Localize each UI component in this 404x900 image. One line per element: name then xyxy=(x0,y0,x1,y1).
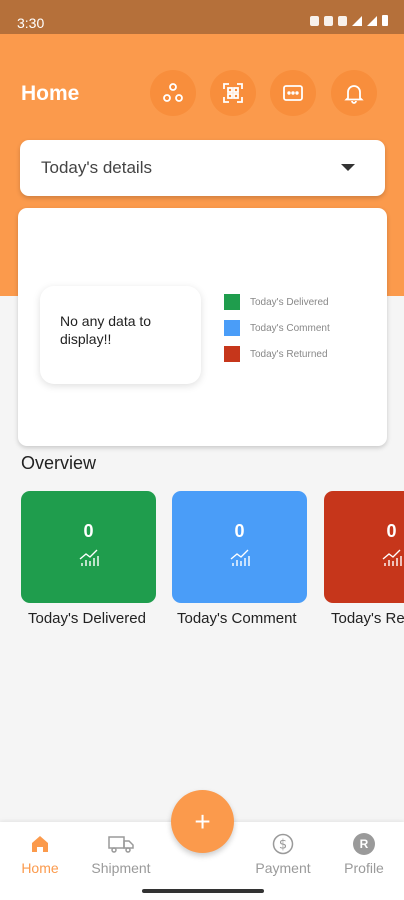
nav-home-label: Home xyxy=(21,860,59,876)
legend-swatch xyxy=(224,346,240,362)
status-bar: 3:30 xyxy=(0,0,404,34)
legend-item: Today's Delivered xyxy=(224,294,330,310)
battery-icon xyxy=(382,15,388,26)
caret-down-icon xyxy=(341,164,355,171)
message-button[interactable] xyxy=(270,70,316,116)
page-title: Home xyxy=(21,82,80,105)
nav-home[interactable]: Home xyxy=(0,832,80,876)
legend-label: Today's Delivered xyxy=(250,296,329,308)
dropdown-selected-value: Today's details xyxy=(41,158,152,177)
status-time: 3:30 xyxy=(17,15,45,31)
legend-swatch xyxy=(224,320,240,336)
nav-profile-label: Profile xyxy=(344,860,384,876)
status-icons xyxy=(310,15,388,26)
comment-card[interactable]: 0 xyxy=(172,491,307,603)
volte-icon xyxy=(338,15,347,26)
comment-count: 0 xyxy=(234,521,245,541)
message-icon xyxy=(283,85,303,101)
trend-chart-icon xyxy=(382,549,402,566)
nav-shipment[interactable]: Shipment xyxy=(81,832,161,876)
details-dropdown[interactable]: Today's details xyxy=(20,140,385,196)
chart-legend: Today's Delivered Today's Comment Today'… xyxy=(224,294,330,372)
legend-item: Today's Comment xyxy=(224,320,330,336)
chart-card: No any data to display!! Today's Deliver… xyxy=(18,208,387,446)
nav-payment[interactable]: $ Payment xyxy=(243,832,323,876)
returned-card[interactable]: 0 xyxy=(324,491,404,603)
home-icon xyxy=(32,836,48,852)
dollar-icon: $ xyxy=(272,833,294,855)
svg-text:$: $ xyxy=(279,838,287,853)
legend-label: Today's Returned xyxy=(250,348,328,360)
scan-button[interactable] xyxy=(210,70,256,116)
truck-icon xyxy=(108,836,134,853)
nav-profile[interactable]: R Profile xyxy=(324,832,404,876)
notification-icon xyxy=(310,15,319,26)
legend-swatch xyxy=(224,294,240,310)
system-navigation-bar xyxy=(0,882,404,900)
delivered-count: 0 xyxy=(83,521,94,541)
notifications-button[interactable] xyxy=(331,70,377,116)
nav-shipment-label: Shipment xyxy=(91,860,151,876)
delivered-card[interactable]: 0 xyxy=(21,491,156,603)
home-indicator[interactable] xyxy=(142,889,264,893)
delivered-label: Today's Delivered xyxy=(28,610,146,627)
avatar: R xyxy=(353,833,375,855)
signal-2-icon xyxy=(367,15,377,26)
qr-scan-icon xyxy=(223,83,243,103)
signal-icon xyxy=(352,15,362,26)
trend-chart-icon xyxy=(230,549,250,566)
returned-label: Today's Re xyxy=(331,610,404,627)
network-button[interactable] xyxy=(150,70,196,116)
overview-heading: Overview xyxy=(21,453,97,473)
returned-count: 0 xyxy=(386,521,397,541)
legend-item: Today's Returned xyxy=(224,346,330,362)
alarm-icon xyxy=(324,15,333,26)
nav-payment-label: Payment xyxy=(255,860,311,876)
comment-label: Today's Comment xyxy=(177,610,297,627)
bell-icon xyxy=(344,85,364,104)
network-icon xyxy=(163,83,183,102)
trend-chart-icon xyxy=(79,549,99,566)
empty-chart-message: No any data to display!! xyxy=(40,286,201,384)
add-button[interactable]: + xyxy=(171,790,234,853)
legend-label: Today's Comment xyxy=(250,322,330,334)
